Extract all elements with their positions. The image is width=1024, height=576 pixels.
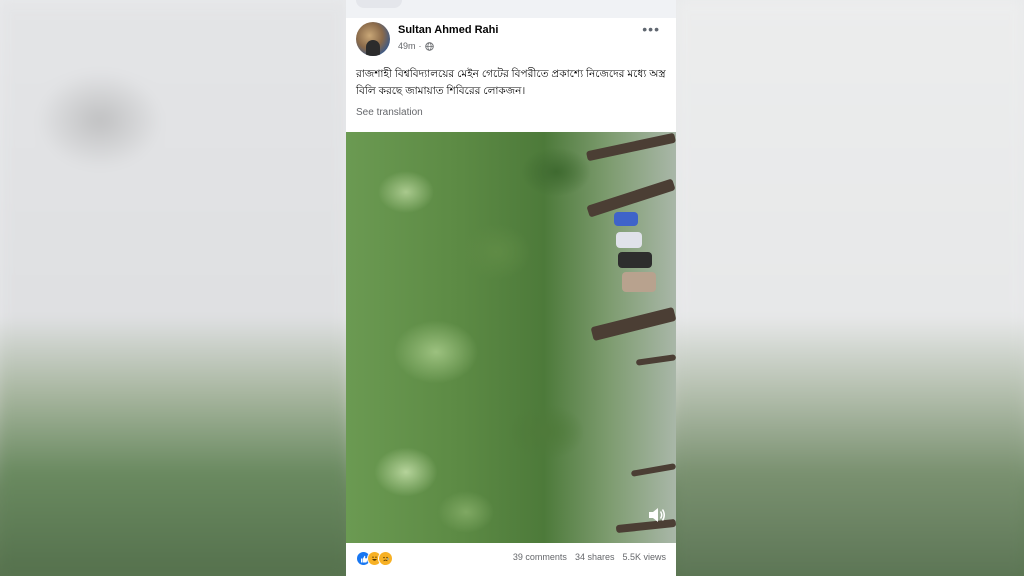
shares-count[interactable]: 34 shares <box>575 552 615 562</box>
meta-separator: · <box>418 41 422 51</box>
post-text: রাজশাহী বিশ্ববিদ্যালয়ের মেইন গেটের বিপর… <box>356 68 666 97</box>
tree-trunk <box>585 132 676 162</box>
post-header: Sultan Ahmed Rahi 49m · ••• <box>356 22 666 60</box>
reaction-summary[interactable] <box>356 551 393 566</box>
views-count: 5.5K views <box>622 552 666 562</box>
author-name[interactable]: Sultan Ahmed Rahi <box>398 24 498 36</box>
more-options-icon[interactable]: ••• <box>642 22 660 36</box>
people-figure <box>616 232 642 248</box>
tree-trunk <box>615 518 676 534</box>
post-time[interactable]: 49m <box>398 41 416 51</box>
post-meta: 49m · <box>398 41 434 51</box>
background-blur-right <box>676 0 1024 576</box>
video-player[interactable] <box>346 132 676 543</box>
post-card: Sultan Ahmed Rahi 49m · ••• রাজশাহী বিশ্… <box>346 18 676 576</box>
sad-icon <box>378 551 393 566</box>
people-figure <box>614 212 638 226</box>
tree-trunk <box>635 354 676 366</box>
post-footer: 39 comments 34 shares 5.5K views <box>356 551 666 569</box>
globe-icon <box>424 41 434 51</box>
avatar[interactable] <box>356 22 390 56</box>
tree-trunk <box>590 306 676 342</box>
previous-post-edge <box>356 0 402 8</box>
comments-count[interactable]: 39 comments <box>513 552 567 562</box>
people-figure <box>618 252 652 268</box>
volume-icon[interactable] <box>648 507 666 523</box>
background-blur-left <box>0 0 346 576</box>
see-translation-link[interactable]: See translation <box>356 107 423 118</box>
tree-trunk <box>630 463 676 477</box>
people-figure <box>622 272 656 292</box>
post-stats: 39 comments 34 shares 5.5K views <box>513 552 666 562</box>
